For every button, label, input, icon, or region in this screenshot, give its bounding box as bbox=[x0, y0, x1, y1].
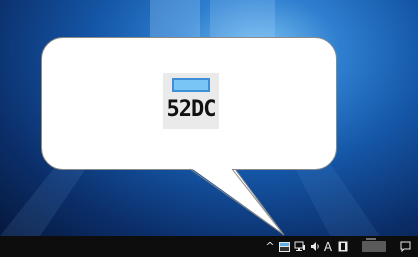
ime-small-tray-icon[interactable] bbox=[278, 236, 291, 257]
network-monitor-icon bbox=[294, 241, 305, 251]
taskbar: ^ A bbox=[0, 236, 418, 257]
input-language-indicator[interactable]: A bbox=[322, 236, 334, 257]
input-mode-icon[interactable] bbox=[337, 236, 349, 257]
ime-tray-icon: 52DC bbox=[163, 73, 219, 129]
show-hidden-icons-button[interactable]: ^ bbox=[264, 236, 276, 257]
network-icon[interactable] bbox=[293, 236, 307, 257]
notification-icon bbox=[400, 241, 410, 252]
volume-icon[interactable] bbox=[309, 236, 321, 257]
ime-small-icon bbox=[279, 241, 290, 252]
ime-icon-bar bbox=[172, 78, 210, 92]
speaker-icon bbox=[310, 242, 319, 251]
ime-icon-glyph: 52DC bbox=[166, 97, 217, 122]
action-center-button[interactable] bbox=[398, 236, 412, 257]
input-mode-glyph-icon bbox=[338, 241, 348, 252]
clock-area[interactable] bbox=[362, 238, 386, 252]
